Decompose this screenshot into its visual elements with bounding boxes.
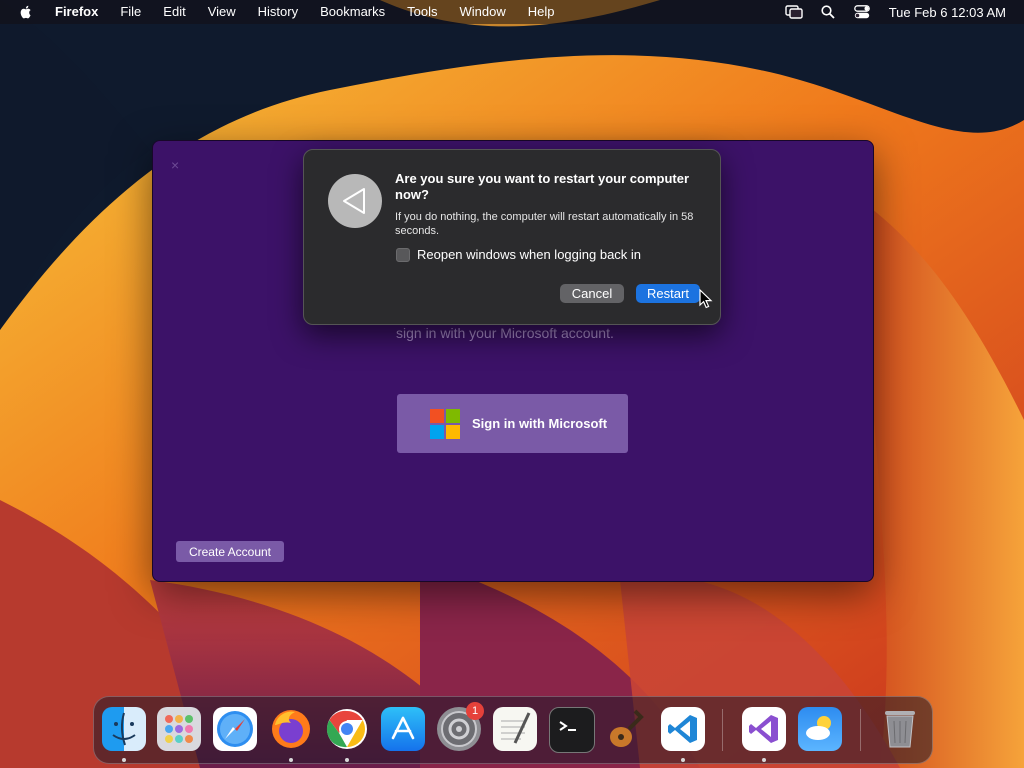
reopen-windows-label[interactable]: Reopen windows when logging back in bbox=[417, 247, 641, 262]
reopen-windows-checkbox[interactable] bbox=[396, 247, 410, 262]
sign-in-with-microsoft-button[interactable]: Sign in with Microsoft bbox=[397, 394, 628, 453]
terminal-icon[interactable] bbox=[549, 707, 595, 753]
dialog-title: Are you sure you want to restart your co… bbox=[395, 171, 690, 202]
chrome-icon[interactable] bbox=[325, 707, 369, 751]
app-store-icon[interactable] bbox=[381, 707, 425, 751]
dialog-message: If you do nothing, the computer will res… bbox=[395, 211, 694, 237]
vscode-running-dot bbox=[681, 758, 685, 762]
menu-view[interactable]: View bbox=[197, 0, 247, 24]
menu-history[interactable]: History bbox=[247, 0, 309, 24]
visual-studio-icon[interactable] bbox=[742, 707, 786, 751]
trash-icon[interactable] bbox=[878, 707, 922, 751]
menu-clock[interactable]: Tue Feb 6 12:03 AM bbox=[879, 5, 1024, 20]
restart-icon bbox=[328, 174, 382, 228]
safari-icon[interactable] bbox=[213, 707, 257, 751]
menu-help[interactable]: Help bbox=[517, 0, 566, 24]
dock bbox=[93, 696, 933, 764]
visual-studio-running-dot bbox=[762, 758, 766, 762]
menu-file[interactable]: File bbox=[109, 0, 152, 24]
menu-edit[interactable]: Edit bbox=[152, 0, 196, 24]
launchpad-icon[interactable] bbox=[157, 707, 201, 751]
finder-icon[interactable] bbox=[102, 707, 146, 751]
menu-bar: Firefox File Edit View History Bookmarks… bbox=[0, 0, 1024, 24]
screen-mirroring-icon[interactable] bbox=[783, 3, 805, 21]
window-close-icon[interactable]: × bbox=[171, 157, 179, 173]
dock-separator bbox=[722, 709, 723, 751]
sign-in-subtitle: sign in with your Microsoft account. bbox=[396, 325, 614, 341]
instruments-icon[interactable] bbox=[605, 707, 649, 751]
dock-separator-trash bbox=[860, 709, 861, 751]
spotlight-search-icon[interactable] bbox=[817, 3, 839, 21]
vscode-icon[interactable] bbox=[661, 707, 705, 751]
menu-tools[interactable]: Tools bbox=[396, 0, 448, 24]
cancel-button[interactable]: Cancel bbox=[560, 284, 624, 303]
menu-app-name[interactable]: Firefox bbox=[44, 0, 109, 24]
firefox-icon[interactable] bbox=[269, 707, 313, 751]
menu-window[interactable]: Window bbox=[449, 0, 517, 24]
finder-running-dot bbox=[122, 758, 126, 762]
firefox-running-dot bbox=[289, 758, 293, 762]
menu-bookmarks[interactable]: Bookmarks bbox=[309, 0, 396, 24]
create-account-button[interactable]: Create Account bbox=[176, 541, 284, 562]
control-center-icon[interactable] bbox=[851, 3, 873, 21]
reopen-windows-row[interactable]: Reopen windows when logging back in bbox=[396, 247, 641, 262]
apple-logo-icon[interactable] bbox=[18, 4, 34, 20]
microsoft-logo-icon bbox=[430, 408, 460, 439]
system-settings-badge: 1 bbox=[466, 702, 484, 720]
sign-in-label: Sign in with Microsoft bbox=[472, 416, 608, 431]
restart-button[interactable]: Restart bbox=[636, 284, 700, 303]
weather-icon[interactable] bbox=[798, 707, 842, 751]
textedit-icon[interactable] bbox=[493, 707, 537, 751]
chrome-running-dot bbox=[345, 758, 349, 762]
restart-confirm-dialog: Are you sure you want to restart your co… bbox=[303, 149, 721, 325]
mouse-cursor-icon bbox=[699, 289, 713, 309]
